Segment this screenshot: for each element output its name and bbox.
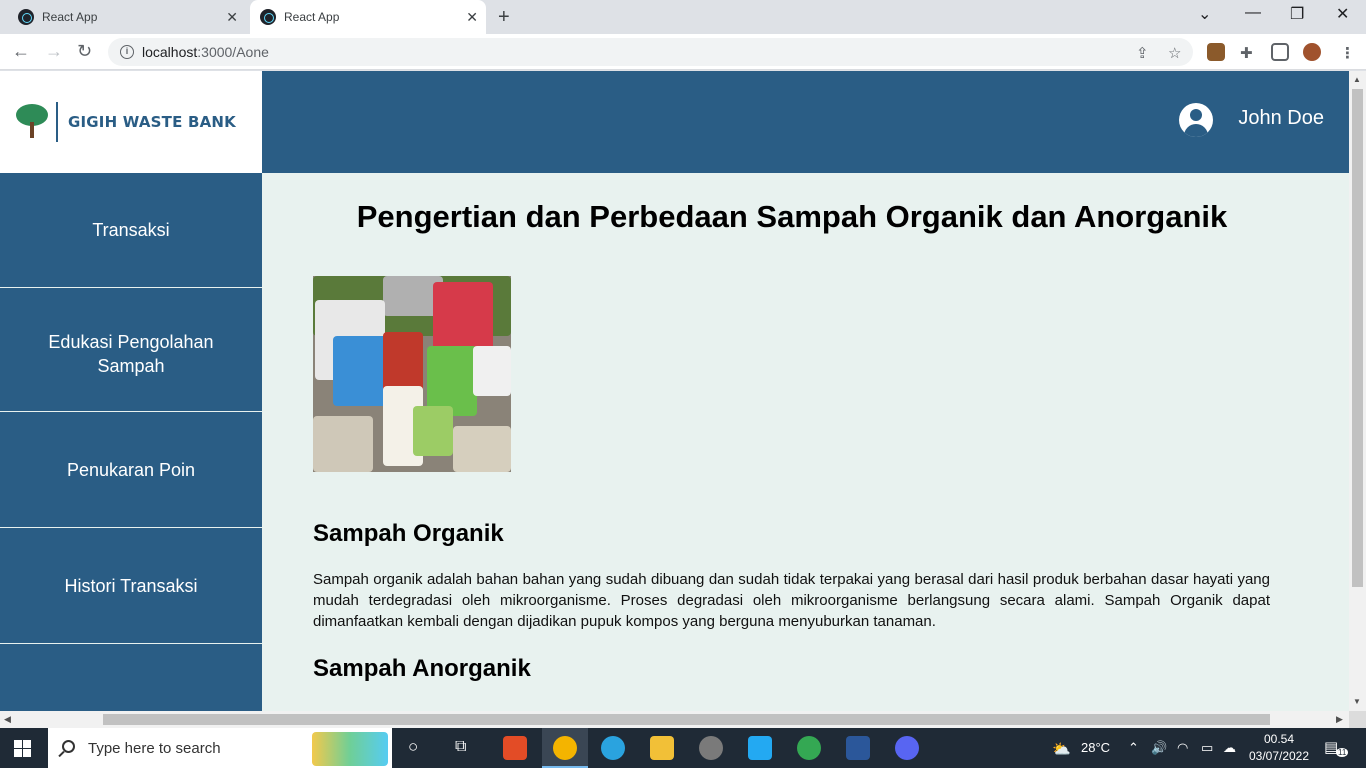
telegram-icon[interactable] xyxy=(601,736,625,760)
page-title: Pengertian dan Perbedaan Sampah Organik … xyxy=(356,199,1228,234)
file-explorer-icon[interactable] xyxy=(650,736,674,760)
extension-icon[interactable] xyxy=(1207,43,1225,61)
user-avatar-icon[interactable] xyxy=(1179,103,1213,137)
taskbar-clock[interactable]: 00.54 03/07/2022 xyxy=(1248,731,1310,765)
profile-avatar[interactable] xyxy=(1303,43,1321,61)
windows-start-icon[interactable] xyxy=(14,740,31,757)
media-player-icon[interactable] xyxy=(699,736,723,760)
scroll-left-arrow-icon[interactable]: ◀ xyxy=(4,714,11,725)
back-icon[interactable]: ← xyxy=(12,41,30,62)
clock-date: 03/07/2022 xyxy=(1248,749,1310,763)
vertical-scroll-thumb[interactable] xyxy=(1352,89,1363,587)
puzzle-icon[interactable]: ✚ xyxy=(1240,44,1253,62)
new-tab-button[interactable]: + xyxy=(498,6,510,29)
forward-icon[interactable]: → xyxy=(45,41,63,62)
notification-count-badge: 11 xyxy=(1336,748,1349,757)
brand-logo[interactable]: GIGIH WASTE BANK xyxy=(0,71,262,173)
minimize-button[interactable]: — xyxy=(1245,4,1261,22)
section-body-organik: Sampah organik adalah bahan bahan yang s… xyxy=(313,571,1270,630)
browser-toolbar: ← → ↻ i localhost:3000/Aone ⇪ ☆ ✚ ⋮ xyxy=(0,34,1366,70)
tab-title: React App xyxy=(284,10,340,24)
weather-temperature[interactable]: 28°C xyxy=(1081,740,1110,755)
menu-icon[interactable]: ⋮ xyxy=(1340,44,1355,62)
windows-taskbar: Type here to search ○ ⧉ ⛅ 28°C ⌃ 🔊 ◠ ▭ ☁… xyxy=(0,728,1366,768)
vertical-scrollbar[interactable]: ▲ ▼ xyxy=(1349,71,1366,711)
tab-search-icon[interactable]: ⌄ xyxy=(1198,4,1211,24)
search-highlight-image xyxy=(312,732,388,766)
scroll-up-arrow-icon[interactable]: ▲ xyxy=(1353,75,1361,84)
sidebar: Transaksi Edukasi Pengolahan Sampah Penu… xyxy=(0,173,262,711)
chrome-icon[interactable] xyxy=(553,736,577,760)
taskbar-search[interactable]: Type here to search xyxy=(48,728,392,768)
sidebar-item-transaksi[interactable]: Transaksi xyxy=(0,173,262,288)
sidebar-item-penukaran-poin[interactable]: Penukaran Poin xyxy=(0,413,262,528)
store-icon[interactable] xyxy=(503,736,527,760)
browser-tab[interactable]: React App ✕ xyxy=(8,0,246,34)
main-content: Pengertian dan Perbedaan Sampah Organik … xyxy=(262,173,1349,711)
browser-tabstrip: React App ✕ React App ✕ + ⌄ — ❐ ✕ xyxy=(0,0,1366,34)
brand-name: GIGIH WASTE BANK xyxy=(68,113,236,131)
url-path: :3000/Aone xyxy=(197,44,269,60)
scroll-right-arrow-icon[interactable]: ▶ xyxy=(1336,714,1343,725)
tab-title: React App xyxy=(42,10,98,24)
task-view-icon[interactable]: ⧉ xyxy=(455,738,466,756)
close-window-button[interactable]: ✕ xyxy=(1336,4,1349,24)
page-viewport: GIGIH WASTE BANK John Doe Transaksi Eduk… xyxy=(0,71,1349,711)
restore-button[interactable]: ❐ xyxy=(1290,4,1304,24)
cortana-icon[interactable]: ○ xyxy=(408,737,418,757)
battery-icon[interactable]: ▭ xyxy=(1201,740,1213,756)
info-icon[interactable]: i xyxy=(120,45,134,59)
reload-icon[interactable]: ↻ xyxy=(77,41,92,62)
discord-icon[interactable] xyxy=(895,736,919,760)
search-icon xyxy=(62,740,75,753)
tray-chevron-icon[interactable]: ⌃ xyxy=(1128,740,1139,756)
word-icon[interactable] xyxy=(846,736,870,760)
waste-photo xyxy=(313,276,511,472)
logo-divider xyxy=(56,102,58,142)
close-icon[interactable]: ✕ xyxy=(226,9,238,26)
search-placeholder: Type here to search xyxy=(88,739,221,757)
weather-icon[interactable]: ⛅ xyxy=(1052,740,1071,758)
bookmark-star-icon[interactable]: ☆ xyxy=(1168,44,1181,62)
horizontal-scroll-thumb[interactable] xyxy=(103,714,1270,725)
top-header: John Doe xyxy=(262,71,1349,173)
volume-icon[interactable]: 🔊 xyxy=(1151,740,1167,756)
close-icon[interactable]: ✕ xyxy=(466,9,478,26)
clock-time: 00.54 xyxy=(1263,732,1295,746)
network-alert-icon[interactable]: ☁ xyxy=(1223,740,1236,756)
react-icon xyxy=(18,9,34,25)
section-heading-organik: Sampah Organik xyxy=(313,520,504,547)
section-heading-anorganik: Sampah Anorganik xyxy=(313,655,531,682)
address-bar[interactable]: i localhost:3000/Aone xyxy=(108,38,1193,66)
tree-logo-icon xyxy=(12,102,52,142)
side-panel-icon[interactable] xyxy=(1271,43,1289,61)
react-icon xyxy=(260,9,276,25)
chrome-profile-icon[interactable] xyxy=(797,736,821,760)
browser-tab-active[interactable]: React App ✕ xyxy=(250,0,486,34)
share-icon[interactable]: ⇪ xyxy=(1136,44,1149,62)
url-host: localhost xyxy=(142,44,198,60)
scroll-down-arrow-icon[interactable]: ▼ xyxy=(1353,697,1361,706)
scrollbar-corner xyxy=(1349,711,1366,728)
sidebar-item-edukasi[interactable]: Edukasi Pengolahan Sampah xyxy=(0,297,262,412)
vscode-icon[interactable] xyxy=(748,736,772,760)
horizontal-scrollbar[interactable]: ◀ ▶ xyxy=(0,711,1349,728)
user-name[interactable]: John Doe xyxy=(1238,107,1324,130)
wifi-icon[interactable]: ◠ xyxy=(1177,740,1188,756)
sidebar-item-histori[interactable]: Histori Transaksi xyxy=(0,529,262,644)
